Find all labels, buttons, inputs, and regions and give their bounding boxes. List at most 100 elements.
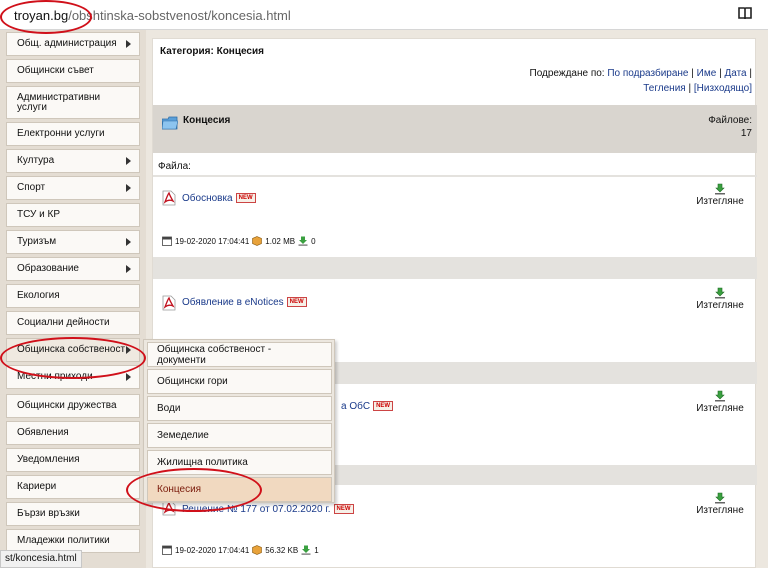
file-link[interactable]: Обосновка NEW bbox=[182, 193, 256, 204]
sort-direction-link[interactable]: [Низходящо] bbox=[694, 83, 752, 94]
sort-name-link[interactable]: Име bbox=[697, 68, 717, 79]
download-label: Изтегляне bbox=[696, 505, 744, 516]
sidebar-item-label: Кариери bbox=[17, 481, 57, 492]
download-label: Изтегляне bbox=[696, 300, 744, 311]
annotation-oval-url bbox=[0, 0, 92, 34]
address-bar[interactable]: troyan.bg/obshtinska-sobstvenost/koncesi… bbox=[0, 0, 768, 30]
sort-options: Подреждане по: По подразбиране | Име | Д… bbox=[530, 68, 753, 79]
file-size: 1.02 MB bbox=[265, 236, 296, 246]
sidebar-item-council[interactable]: Общински съвет bbox=[6, 59, 140, 83]
chevron-right-icon bbox=[126, 373, 131, 381]
new-badge: NEW bbox=[235, 193, 256, 203]
submenu-item-agriculture[interactable]: Земеделие bbox=[147, 423, 332, 448]
file-size: 56.32 KB bbox=[265, 545, 299, 555]
files-count-label: Файлове: bbox=[708, 115, 752, 126]
sidebar-item-label: Електронни услуги bbox=[17, 128, 105, 139]
row-divider bbox=[153, 175, 757, 177]
new-badge: NEW bbox=[286, 297, 307, 307]
sidebar-item-announcements[interactable]: Обявления bbox=[6, 421, 140, 445]
sidebar-item-ecology[interactable]: Екология bbox=[6, 284, 140, 308]
files-count-value: 17 bbox=[740, 128, 752, 139]
file-meta: 19-02-2020 17:04:41 1.02 MB 0 bbox=[162, 236, 316, 246]
sort-downloads-link[interactable]: Тегления bbox=[643, 83, 685, 94]
chevron-right-icon bbox=[126, 238, 131, 246]
file-link[interactable]: Обявление в eNotices NEW bbox=[182, 297, 307, 308]
files-heading: Файла: bbox=[158, 161, 191, 172]
sort-options-2: Тегления | [Низходящо] bbox=[643, 83, 752, 94]
file-name: Обосновка bbox=[182, 193, 233, 204]
chevron-right-icon bbox=[126, 40, 131, 48]
file-downloads: 0 bbox=[311, 236, 316, 246]
calendar-icon bbox=[162, 236, 172, 246]
folder-name[interactable]: Концесия bbox=[183, 115, 230, 126]
status-bar: st/koncesia.html bbox=[0, 550, 82, 568]
chevron-right-icon bbox=[126, 157, 131, 165]
sidebar-item-sport[interactable]: Спорт bbox=[6, 176, 140, 200]
sidebar-item-education[interactable]: Образование bbox=[6, 257, 140, 281]
sort-date-link[interactable]: Дата bbox=[724, 68, 746, 79]
download-icon bbox=[715, 390, 725, 402]
sidebar-item-label: Общ. администрация bbox=[17, 38, 117, 49]
separator: | bbox=[749, 68, 752, 79]
submenu-item-label: Общински гори bbox=[157, 376, 228, 387]
submenu-item-forests[interactable]: Общински гори bbox=[147, 369, 332, 394]
package-icon bbox=[252, 236, 263, 246]
sidebar-item-label: Обявления bbox=[17, 427, 69, 438]
reader-view-icon[interactable] bbox=[738, 7, 752, 20]
download-button[interactable]: Изтегляне bbox=[690, 390, 750, 414]
folder-icon bbox=[162, 116, 178, 130]
sidebar-item-admin-services[interactable]: Административни услуги bbox=[6, 86, 140, 119]
sidebar-item-tourism[interactable]: Туризъм bbox=[6, 230, 140, 254]
sidebar-item-label: ТСУ и КР bbox=[17, 209, 60, 220]
annotation-oval-submenu bbox=[126, 468, 262, 512]
file-date: 19-02-2020 17:04:41 bbox=[175, 236, 250, 246]
sidebar-item-tsu[interactable]: ТСУ и КР bbox=[6, 203, 140, 227]
separator: | bbox=[688, 83, 692, 94]
sidebar-item-e-services[interactable]: Електронни услуги bbox=[6, 122, 140, 146]
download-button[interactable]: Изтегляне bbox=[690, 287, 750, 311]
sidebar-item-label: Уведомления bbox=[17, 454, 80, 465]
sidebar-item-label: Младежки политики bbox=[17, 535, 110, 546]
download-button[interactable]: Изтегляне bbox=[690, 183, 750, 207]
sidebar-item-label: Туризъм bbox=[17, 236, 57, 247]
download-button[interactable]: Изтегляне bbox=[690, 492, 750, 516]
sidebar-item-label: Екология bbox=[17, 290, 60, 301]
annotation-oval-sidebar bbox=[0, 337, 146, 379]
file-downloads: 1 bbox=[314, 545, 319, 555]
sidebar-item-label: Общински съвет bbox=[17, 65, 94, 76]
page-title: Категория: Концесия bbox=[160, 46, 264, 57]
download-icon bbox=[715, 183, 725, 195]
new-badge: NEW bbox=[333, 504, 354, 514]
sidebar-item-careers[interactable]: Кариери bbox=[6, 475, 140, 499]
file-name: а ОбС bbox=[341, 401, 371, 412]
sidebar-item-label: Административни услуги bbox=[17, 91, 101, 113]
sort-default-link[interactable]: По подразбиране bbox=[607, 68, 688, 79]
submenu-item-documents[interactable]: Общинска собственост - документи bbox=[147, 342, 332, 367]
sidebar-item-quick-links[interactable]: Бързи връзки bbox=[6, 502, 140, 526]
row-divider bbox=[153, 257, 757, 279]
submenu-item-label: Общинска собственост - документи bbox=[157, 343, 272, 366]
sidebar-item-label: Бързи връзки bbox=[17, 508, 80, 519]
download-icon bbox=[715, 287, 725, 299]
sidebar-item-companies[interactable]: Общински дружества bbox=[6, 394, 140, 418]
calendar-icon bbox=[162, 545, 172, 555]
download-label: Изтегляне bbox=[696, 196, 744, 207]
sidebar-item-label: Спорт bbox=[17, 182, 46, 193]
submenu-item-waters[interactable]: Води bbox=[147, 396, 332, 421]
sidebar-item-label: Образование bbox=[17, 263, 79, 274]
sidebar-item-notifications[interactable]: Уведомления bbox=[6, 448, 140, 472]
files-count: Файлове: 17 bbox=[708, 114, 752, 140]
file-link[interactable]: а ОбС NEW bbox=[341, 401, 394, 412]
download-label: Изтегляне bbox=[696, 403, 744, 414]
package-icon bbox=[252, 545, 263, 555]
download-count-icon bbox=[301, 545, 311, 555]
sidebar-item-administration[interactable]: Общ. администрация bbox=[6, 32, 140, 56]
sidebar-item-culture[interactable]: Култура bbox=[6, 149, 140, 173]
sidebar-item-social[interactable]: Социални дейности bbox=[6, 311, 140, 335]
new-badge: NEW bbox=[373, 401, 394, 411]
download-count-icon bbox=[298, 236, 308, 246]
sidebar-item-label: Култура bbox=[17, 155, 55, 166]
file-date: 19-02-2020 17:04:41 bbox=[175, 545, 250, 555]
pdf-icon bbox=[162, 295, 176, 311]
submenu-item-label: Жилищна политика bbox=[157, 457, 248, 468]
